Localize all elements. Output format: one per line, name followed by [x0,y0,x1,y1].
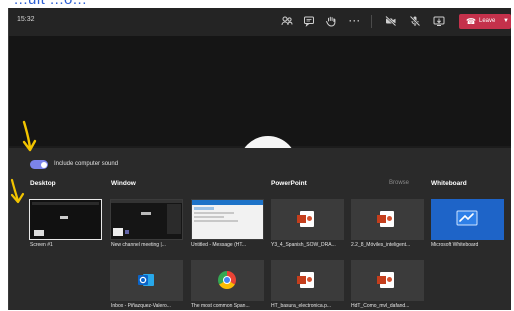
share-tile-outlook-inbox[interactable] [110,260,183,301]
screen-thumbnail [30,200,101,239]
mic-off-icon[interactable] [409,15,421,27]
chrome-icon [218,271,236,289]
tile-caption: Untitled - Message (HT... [191,242,247,248]
tile-caption: Screen #1 [30,242,53,248]
phone-hangup-icon: ☎ [466,17,476,26]
annotation-arrow-icon [10,178,25,204]
powerpoint-icon [297,272,314,288]
share-tile-ppt-y3-4[interactable] [271,199,344,240]
share-tile-channel-meeting[interactable] [110,199,183,240]
teams-meeting-window: 15:32 ··· ☎ Leave ▼ Include computer sou… [8,8,511,310]
tile-caption: New channel meeting |... [111,242,166,248]
toolbar-divider [371,15,372,28]
powerpoint-icon [297,211,314,227]
camera-off-icon[interactable] [385,15,397,27]
include-sound-label: Include computer sound [54,161,119,167]
meeting-timer: 15:32 [17,16,35,23]
leave-label: Leave [479,18,496,24]
top-caption-text: ...uit ...o... [14,0,87,8]
share-tile-chrome[interactable] [191,260,264,301]
outlook-icon [138,274,154,286]
browse-link[interactable]: Browse [389,180,409,186]
meeting-stage [9,36,511,146]
leave-button[interactable]: ☎ Leave ▼ [459,14,511,29]
section-window-title: Window [111,180,136,187]
tile-caption: The most common Span... [191,303,250,309]
tile-caption: Y3_4_Spanish_SOW_DRA... [271,242,336,248]
tile-caption: HdT_Como_mvl_dafand... [351,303,410,309]
annotation-arrow-icon [22,120,37,152]
chat-icon[interactable] [303,15,315,27]
include-sound-toggle[interactable] [30,160,48,169]
share-tile-ppt-ht-basura[interactable] [271,260,344,301]
share-tray-icon[interactable] [433,15,445,27]
share-tile-whiteboard[interactable] [431,199,504,240]
people-icon[interactable] [281,15,293,27]
section-whiteboard-title: Whiteboard [431,180,467,187]
tile-caption: Microsoft Whiteboard [431,242,479,248]
share-tile-outlook-message[interactable] [191,199,264,240]
tile-caption: HT_basura_electronica.p... [271,303,332,309]
more-icon[interactable]: ··· [349,15,361,27]
share-tile-ppt-hdt-como[interactable] [351,260,424,301]
tile-caption: Inbox - Piñazquez-Valero... [111,303,171,309]
section-desktop-title: Desktop [30,180,56,187]
window-thumbnail [111,200,182,239]
chevron-down-icon[interactable]: ▼ [503,14,509,29]
share-tile-screen-1[interactable] [29,199,102,240]
whiteboard-icon [456,210,478,226]
powerpoint-icon [377,211,394,227]
share-tile-ppt-2-2-8[interactable] [351,199,424,240]
meeting-control-bar: 15:32 ··· ☎ Leave ▼ [9,8,511,36]
tile-caption: 2.2_8_Móviles_inteligent... [351,242,411,248]
section-powerpoint-title: PowerPoint [271,180,307,187]
window-thumbnail [192,200,263,239]
raise-hand-icon[interactable] [325,15,337,27]
powerpoint-icon [377,272,394,288]
